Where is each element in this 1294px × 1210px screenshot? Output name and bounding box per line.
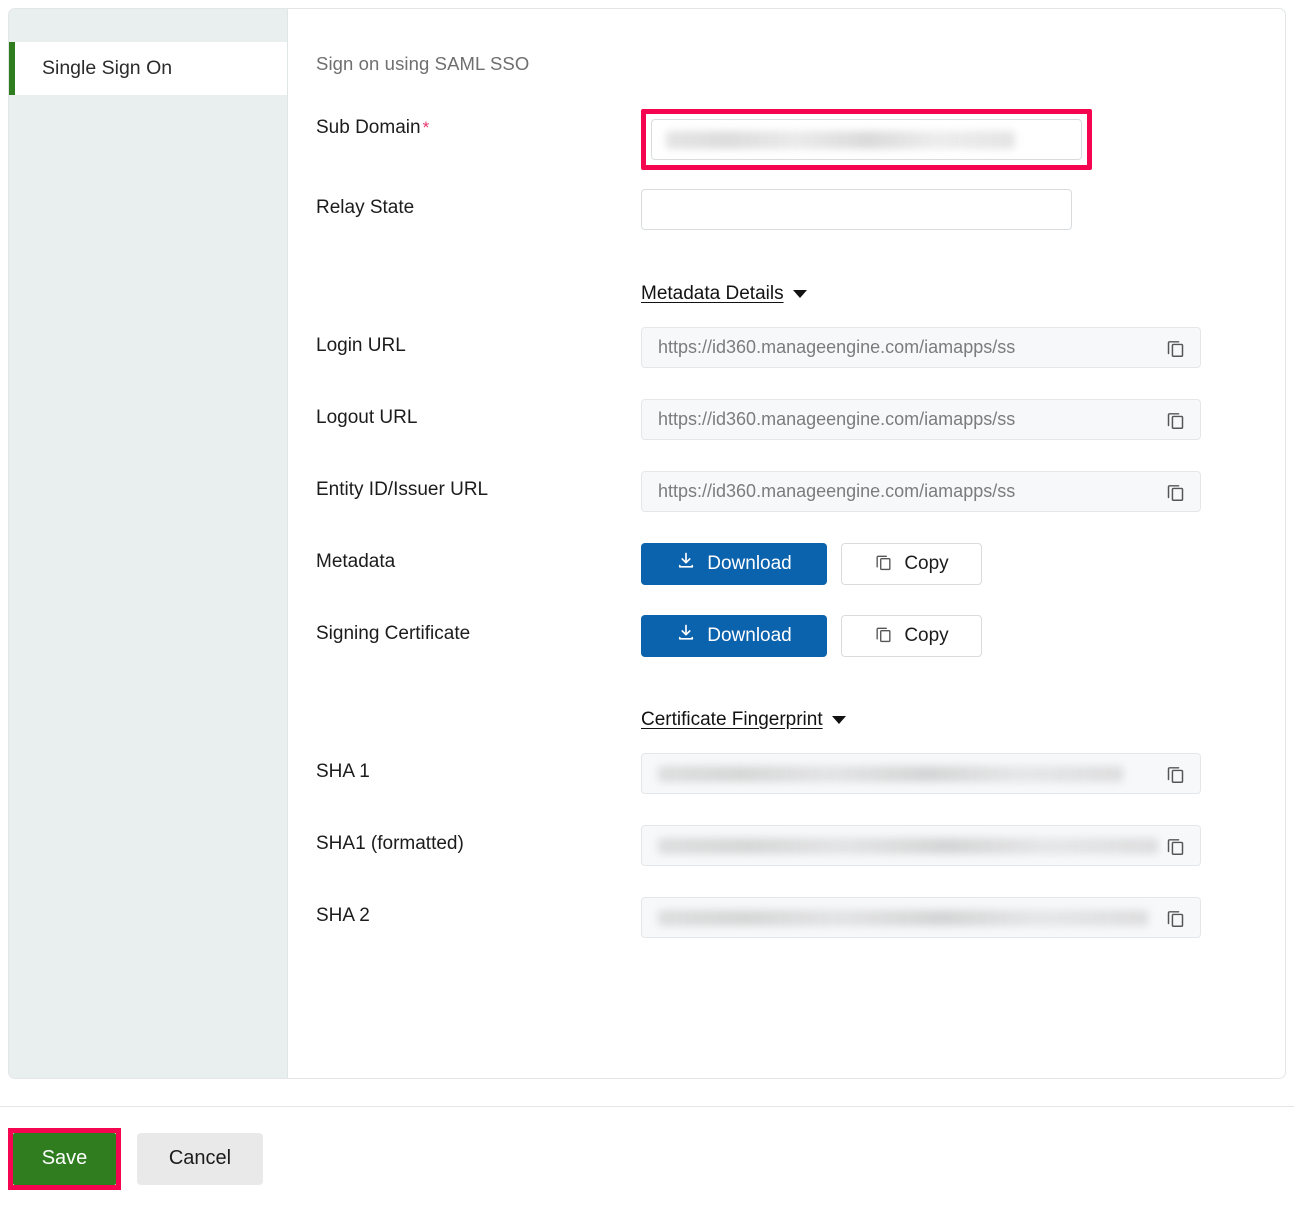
required-marker: *: [422, 118, 430, 137]
download-metadata-button[interactable]: Download: [641, 543, 827, 585]
download-icon: [676, 551, 696, 577]
logout-url-value: https://id360.manageengine.com/iamapps/s…: [658, 409, 1016, 429]
page-title: Sign on using SAML SSO: [316, 53, 530, 74]
copy-icon-logout-url[interactable]: [1160, 405, 1190, 435]
sub-domain-input[interactable]: [651, 119, 1082, 160]
entity-id-url-input[interactable]: https://id360.manageengine.com/iamapps/s…: [641, 471, 1201, 512]
form-row-sha1-formatted: SHA1 (formatted): [316, 825, 1285, 897]
login-url-input[interactable]: https://id360.manageengine.com/iamapps/s…: [641, 327, 1201, 368]
metadata-details-row: Metadata Details: [316, 261, 1285, 327]
settings-content: Sign on using SAML SSO Sub Domain * Relay…: [288, 9, 1285, 1078]
sha1-formatted-label: SHA1 (formatted): [316, 833, 464, 854]
sso-settings-page: Single Sign On Sign on using SAML SSO Su…: [0, 0, 1294, 1210]
footer-actions: Save Cancel: [0, 1107, 1294, 1210]
copy-icon-sha1[interactable]: [1160, 759, 1190, 789]
metadata-field-wrap: Download Copy: [641, 543, 1285, 585]
settings-sidebar: Single Sign On: [9, 9, 288, 1078]
copy-icon-entity-id-url[interactable]: [1160, 477, 1190, 507]
login-url-label: Login URL: [316, 335, 406, 356]
form-row-logout-url: Logout URL https://id360.manageengine.co…: [316, 399, 1285, 471]
metadata-details-link-label: Metadata Details: [641, 283, 784, 304]
entity-id-url-label: Entity ID/Issuer URL: [316, 479, 489, 500]
metadata-details-link[interactable]: Metadata Details: [641, 283, 807, 305]
copy-icon-sha1-formatted[interactable]: [1160, 831, 1190, 861]
metadata-label: Metadata: [316, 551, 396, 572]
signing-certificate-field-wrap: Download Copy: [641, 615, 1285, 657]
sha2-input[interactable]: [641, 897, 1201, 938]
download-signing-certificate-button[interactable]: Download: [641, 615, 827, 657]
login-url-field-wrap: https://id360.manageengine.com/iamapps/s…: [641, 327, 1285, 368]
sub-domain-label: Sub Domain *: [316, 109, 641, 140]
sidebar-item-label: Single Sign On: [42, 57, 173, 79]
cancel-button[interactable]: Cancel: [137, 1132, 263, 1185]
form-row-sub-domain: Sub Domain *: [316, 109, 1285, 181]
form-row-metadata: Metadata Download Copy: [316, 543, 1285, 615]
sha1-redacted-value: [658, 766, 1123, 782]
sha2-label: SHA 2: [316, 905, 370, 926]
relay-state-field-wrap: [641, 189, 1285, 235]
signing-certificate-button-group: Download Copy: [641, 615, 1285, 657]
logout-url-input[interactable]: https://id360.manageengine.com/iamapps/s…: [641, 399, 1201, 440]
sha1-input[interactable]: [641, 753, 1201, 794]
sha2-redacted-value: [658, 910, 1148, 926]
copy-icon-sha2[interactable]: [1160, 903, 1190, 933]
download-metadata-button-label: Download: [707, 553, 792, 574]
copy-icon: [874, 624, 893, 649]
save-button[interactable]: Save: [13, 1132, 116, 1185]
download-signing-certificate-button-label: Download: [707, 625, 792, 646]
sub-domain-field-wrap: [641, 109, 1285, 170]
copy-icon-login-url[interactable]: [1160, 333, 1190, 363]
sha1-field-wrap: [641, 753, 1285, 794]
certificate-fingerprint-link-label: Certificate Fingerprint: [641, 709, 823, 730]
save-button-highlight-box: Save: [8, 1127, 121, 1190]
login-url-value: https://id360.manageengine.com/iamapps/s…: [658, 337, 1016, 357]
logout-url-label: Logout URL: [316, 407, 418, 428]
copy-metadata-button-label: Copy: [904, 553, 949, 574]
entity-id-url-field-wrap: https://id360.manageengine.com/iamapps/s…: [641, 471, 1285, 512]
copy-signing-certificate-button-label: Copy: [904, 625, 949, 646]
certificate-fingerprint-row: Certificate Fingerprint: [316, 687, 1285, 753]
logout-url-field-wrap: https://id360.manageengine.com/iamapps/s…: [641, 399, 1285, 440]
certificate-fingerprint-link[interactable]: Certificate Fingerprint: [641, 709, 846, 731]
relay-state-input[interactable]: [641, 189, 1072, 230]
sub-domain-label-text: Sub Domain: [316, 117, 421, 138]
download-icon: [676, 623, 696, 649]
chevron-down-icon: [792, 290, 807, 298]
sidebar-item-single-sign-on[interactable]: Single Sign On: [9, 42, 287, 95]
form-row-relay-state: Relay State: [316, 189, 1285, 261]
sha2-field-wrap: [641, 897, 1285, 938]
metadata-button-group: Download Copy: [641, 543, 1285, 585]
form-row-signing-certificate: Signing Certificate Download Copy: [316, 615, 1285, 687]
form-row-sha2: SHA 2: [316, 897, 1285, 969]
sub-domain-highlight-box: [641, 109, 1092, 170]
sha1-label: SHA 1: [316, 761, 370, 782]
copy-signing-certificate-button[interactable]: Copy: [841, 615, 982, 657]
copy-metadata-button[interactable]: Copy: [841, 543, 982, 585]
signing-certificate-label: Signing Certificate: [316, 623, 471, 644]
settings-card: Single Sign On Sign on using SAML SSO Su…: [8, 8, 1286, 1079]
sha1-formatted-redacted-value: [658, 838, 1158, 854]
copy-icon: [874, 552, 893, 577]
relay-state-label: Relay State: [316, 197, 415, 218]
sub-domain-redacted-value: [666, 131, 1015, 149]
chevron-down-icon: [831, 716, 846, 724]
form-row-entity-id-url: Entity ID/Issuer URL https://id360.manag…: [316, 471, 1285, 543]
entity-id-url-value: https://id360.manageengine.com/iamapps/s…: [658, 481, 1016, 501]
sha1-formatted-field-wrap: [641, 825, 1285, 866]
form-row-login-url: Login URL https://id360.manageengine.com…: [316, 327, 1285, 399]
sha1-formatted-input[interactable]: [641, 825, 1201, 866]
form-row-sha1: SHA 1: [316, 753, 1285, 825]
